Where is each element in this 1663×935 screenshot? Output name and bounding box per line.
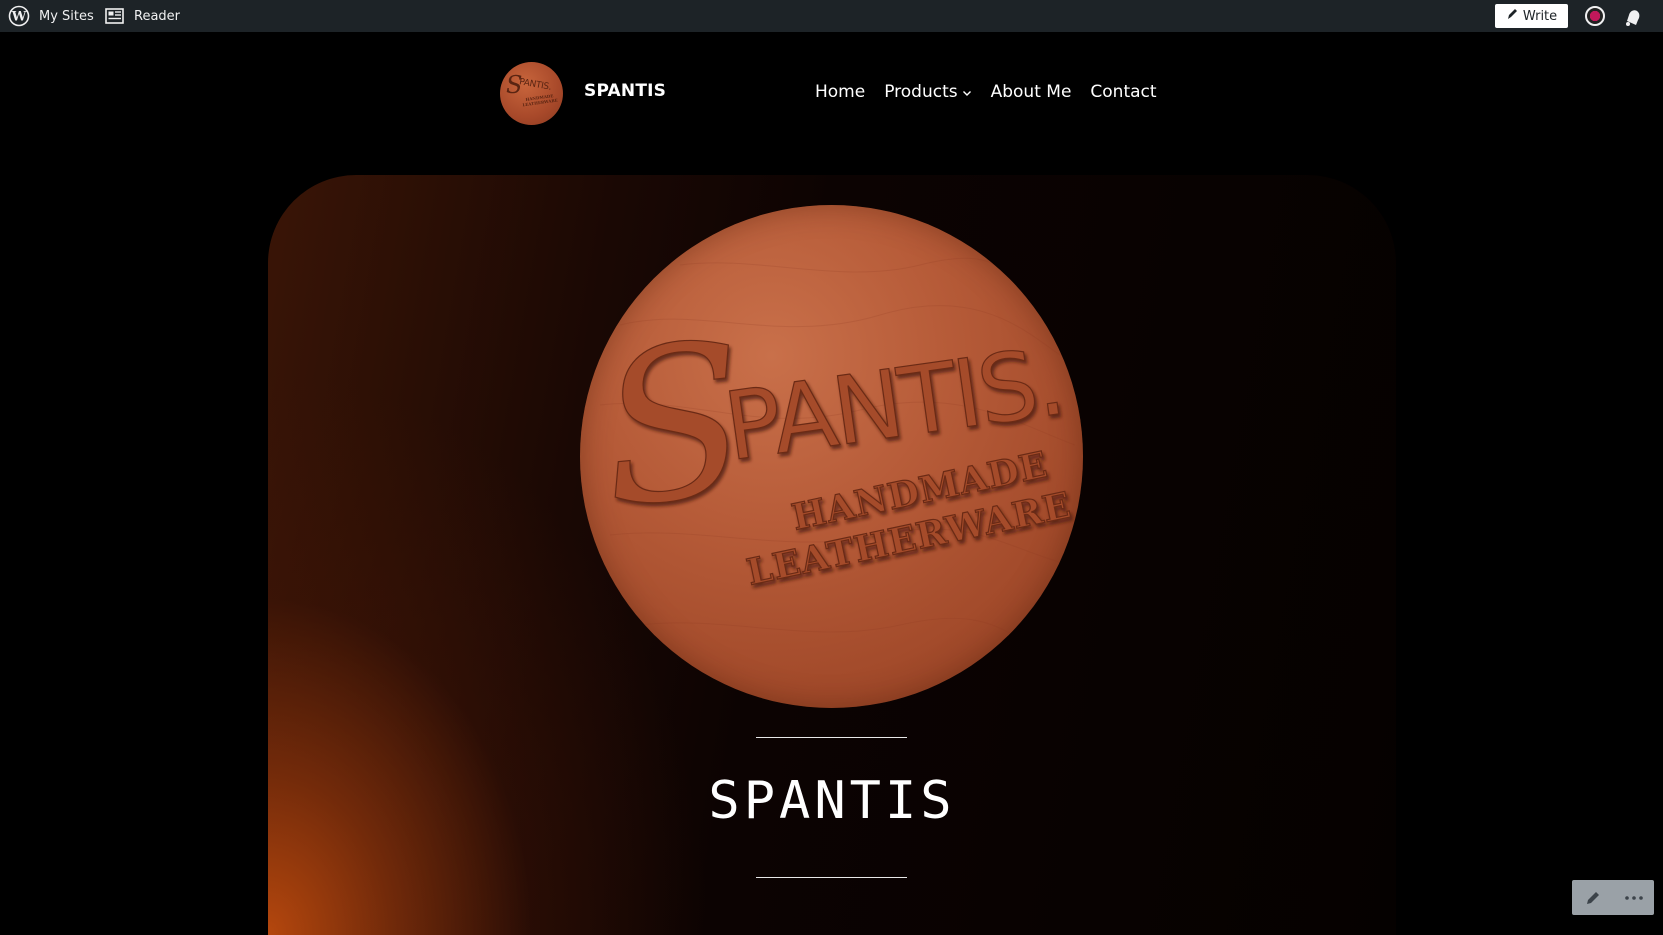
bell-icon[interactable] [1622,6,1644,28]
wordpress-icon: W [8,5,30,27]
ellipsis-icon[interactable] [1613,880,1654,915]
primary-navigation: Home Products About Me Contact [815,82,1157,102]
reader-icon [105,7,125,25]
admin-bar: W My Sites Reader Write [0,0,1663,32]
nav-contact[interactable]: Contact [1090,82,1156,102]
nav-about-me[interactable]: About Me [991,82,1072,102]
logo-wordmark: PANTIS. [518,77,552,93]
avatar[interactable] [1585,6,1605,26]
nav-products[interactable]: Products [884,82,971,102]
nav-home[interactable]: Home [815,82,865,102]
pen-icon [1506,8,1523,24]
write-button[interactable]: Write [1495,4,1568,28]
hero-section: S PANTIS. HANDMADE LEATHERWARE SPANTIS [268,175,1396,935]
hero-title: SPANTIS [708,771,956,831]
title-divider-top [756,737,907,738]
nav-products-label: Products [884,82,958,102]
site-logo[interactable]: S PANTIS. HANDMADE LEATHERWARE [500,62,563,125]
reader-menu[interactable]: Reader [105,0,180,32]
reader-label: Reader [134,8,181,24]
site-title[interactable]: SPANTIS [584,81,666,101]
title-divider-bottom [756,877,907,878]
my-sites-menu[interactable]: W My Sites [8,0,94,32]
pencil-icon[interactable] [1572,880,1613,915]
write-label: Write [1522,8,1558,24]
logo-tagline: HANDMADE LEATHERWARE [521,93,558,107]
floating-edit-toolbar [1572,880,1654,915]
my-sites-label: My Sites [39,8,94,24]
chevron-down-icon [962,82,972,102]
svg-text:W: W [11,10,27,25]
leather-logo-medallion: S PANTIS. HANDMADE LEATHERWARE [580,205,1083,708]
